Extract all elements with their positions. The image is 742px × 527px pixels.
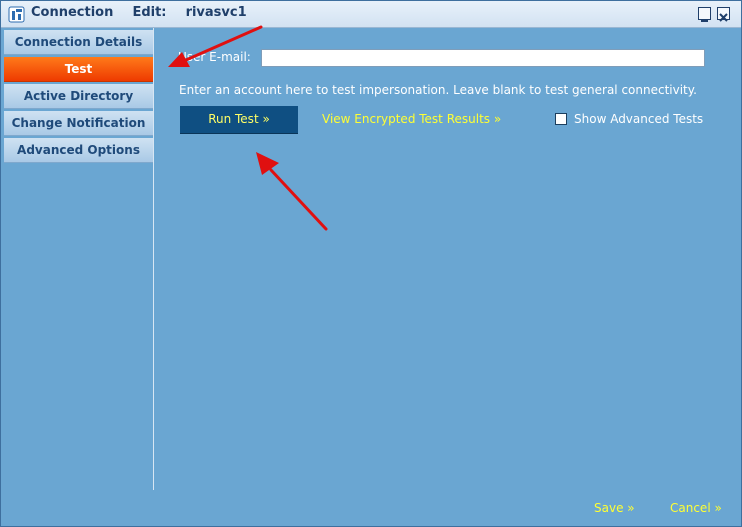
email-label: User E-mail: [178,50,251,64]
show-advanced-tests-checkbox[interactable] [555,113,567,125]
minimize-button[interactable] [698,7,711,22]
title-edit: Edit: [132,5,167,20]
sidebar-item-change-notification[interactable]: Change Notification [4,111,153,136]
riva-app-icon [8,6,25,23]
sidebar-item-advanced-options[interactable]: Advanced Options [4,138,153,163]
sidebar-item-active-directory[interactable]: Active Directory [4,84,153,109]
sidebar-item-connection-details[interactable]: Connection Details [4,30,153,55]
close-button[interactable] [717,7,730,22]
test-panel: User E-mail: Enter an account here to te… [154,28,741,526]
help-text: Enter an account here to test impersonat… [179,83,697,97]
save-button[interactable]: Save » [594,501,635,515]
minimize-icon [701,20,708,22]
window-title: Connection Edit: rivasvc10-lc@ [31,5,246,20]
run-test-button[interactable]: Run Test » [180,106,298,133]
sidebar-nav: Connection Details Test Active Directory… [2,28,154,490]
sidebar-item-test[interactable]: Test [4,57,153,82]
title-prefix: Connection [31,5,114,20]
user-email-input[interactable] [261,49,705,67]
view-encrypted-results-link[interactable]: View Encrypted Test Results » [322,112,501,126]
title-connection-name: rivasvc10-lc@ [185,5,246,20]
show-advanced-tests-label: Show Advanced Tests [574,112,704,126]
connection-window: Connection Edit: rivasvc10-lc@ Connectio… [0,0,742,527]
cancel-button[interactable]: Cancel » [670,501,722,515]
title-bar: Connection Edit: rivasvc10-lc@ [1,1,741,28]
close-icon [719,13,728,22]
